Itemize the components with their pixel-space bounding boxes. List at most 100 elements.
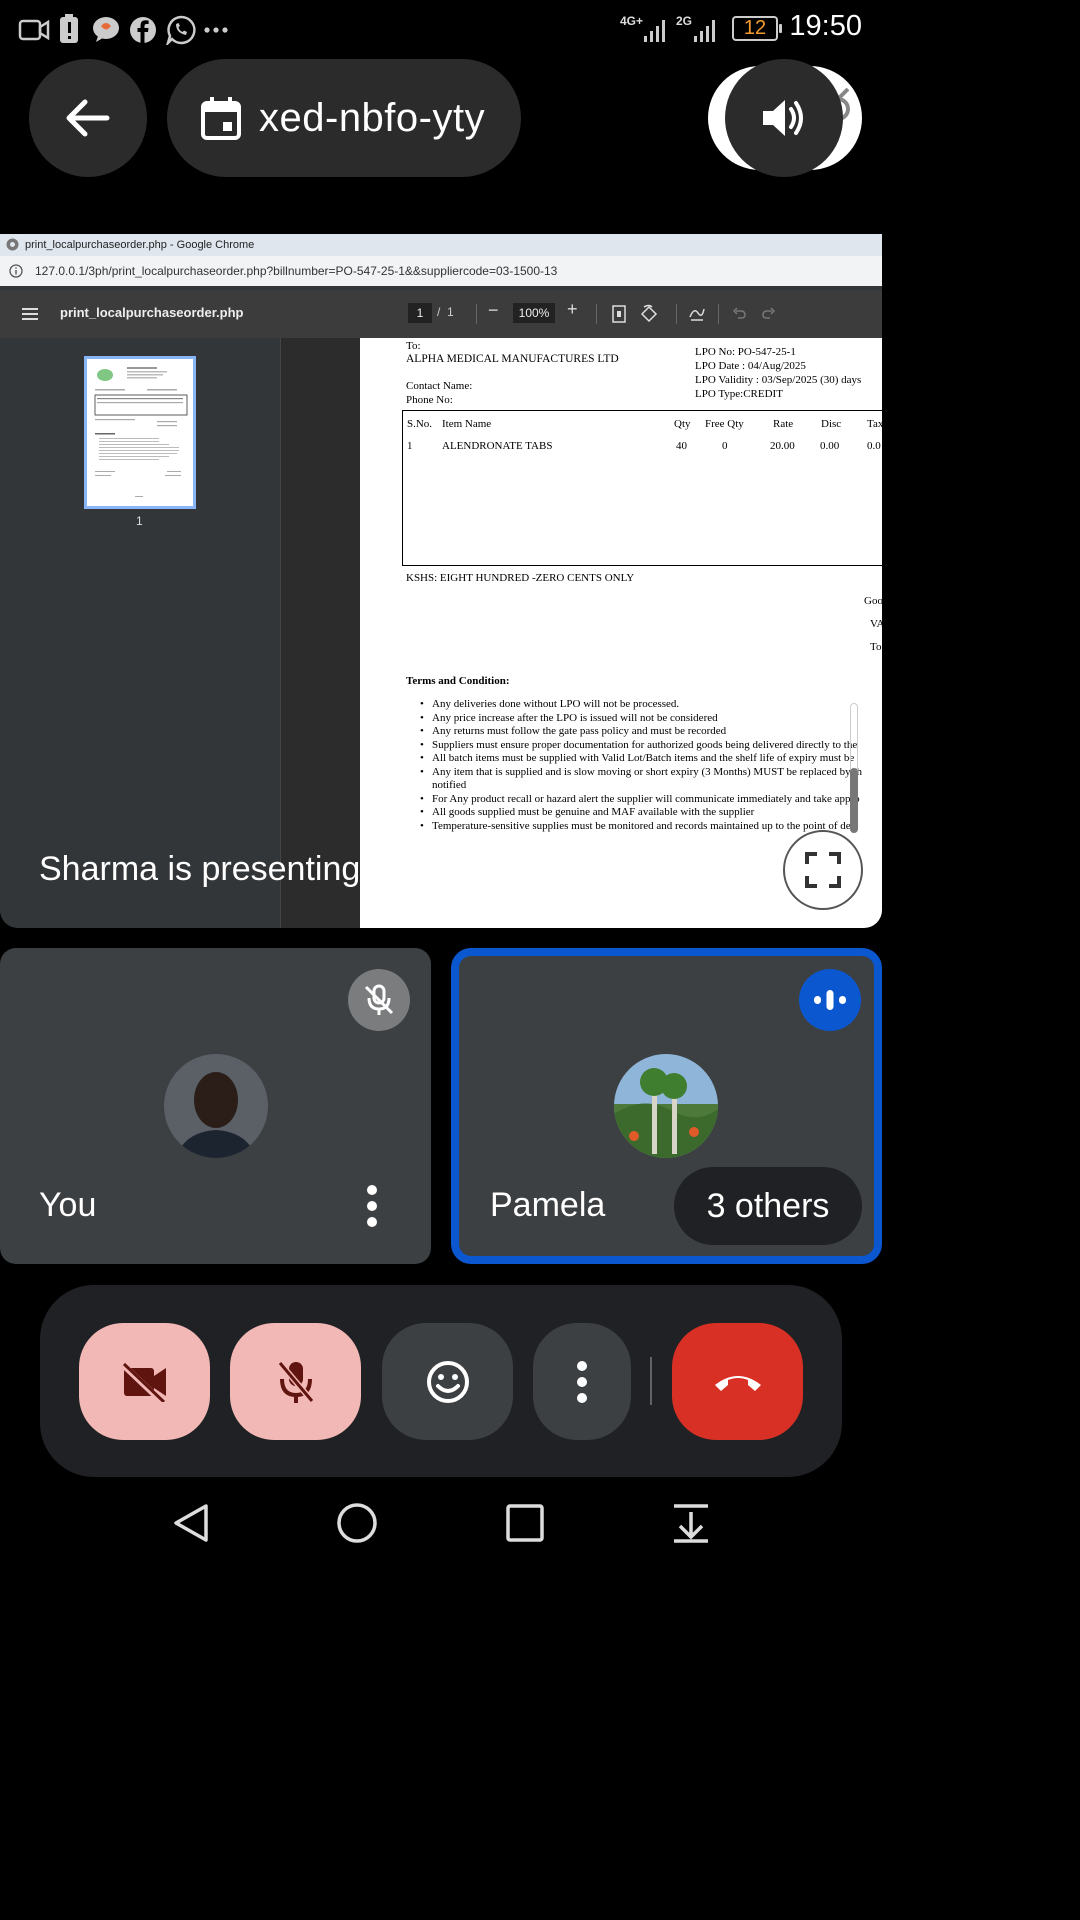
table-cell: ALENDRONATE TABS xyxy=(442,440,553,452)
pdf-filename: print_localpurchaseorder.php xyxy=(60,305,244,320)
thumbnail-page-label: 1 xyxy=(136,514,143,528)
terms-title: Terms and Condition: xyxy=(406,675,510,687)
list-item: • Temperature-sensitive supplies must be … xyxy=(420,819,857,832)
fullscreen-icon xyxy=(805,852,841,888)
screen-share-view[interactable]: print_localpurchaseorder.php - Google Ch… xyxy=(0,234,882,928)
speaking-badge xyxy=(799,969,861,1031)
more-icon xyxy=(204,27,228,33)
participant-name-pamela: Pamela xyxy=(490,1186,606,1224)
avatar-self xyxy=(164,1054,268,1158)
others-count-button[interactable]: 3 others xyxy=(674,1167,862,1245)
signal-icon-1 xyxy=(644,20,665,42)
scrollbar-thumb[interactable] xyxy=(850,768,858,833)
zoom-out-icon[interactable]: − xyxy=(488,300,499,321)
table-cell: 40 xyxy=(676,440,687,452)
list-item: • Any deliveries done without LPO will no… xyxy=(420,698,680,710)
col-header-rate: Rate xyxy=(773,418,794,430)
menu-icon[interactable] xyxy=(22,308,38,320)
zoom-in-icon[interactable]: + xyxy=(567,299,578,320)
volume-up-icon xyxy=(763,100,803,136)
messenger-icon xyxy=(93,17,119,42)
toolbar-divider xyxy=(596,304,597,324)
items-table xyxy=(402,410,882,566)
camera-toggle-button[interactable] xyxy=(79,1323,210,1440)
mic-off-icon xyxy=(277,1360,314,1403)
chrome-window-title: print_localpurchaseorder.php - Google Ch… xyxy=(0,234,882,256)
pdf-toolbar: print_localpurchaseorder.php 1 / 1 − 100… xyxy=(0,290,882,338)
nav-home-icon[interactable] xyxy=(336,1502,378,1544)
table-cell: 20.00 xyxy=(770,440,795,452)
window-title-text: print_localpurchaseorder.php - Google Ch… xyxy=(25,239,255,251)
chrome-icon xyxy=(6,238,19,251)
list-item: • All goods supplied must be genuine and … xyxy=(420,806,755,818)
supplier-name: ALPHA MEDICAL MANUFACTURES LTD xyxy=(406,353,619,365)
list-item: • Any item that is supplied and is slow m… xyxy=(420,765,862,778)
more-vert-icon xyxy=(577,1360,587,1403)
undo-icon[interactable] xyxy=(732,307,746,319)
nav-notifications-icon[interactable] xyxy=(670,1502,712,1544)
lpo-date: LPO Date : 04/Aug/2025 xyxy=(695,360,806,372)
back-button[interactable] xyxy=(29,59,147,177)
videocam-off-icon xyxy=(119,1361,166,1402)
annotate-icon[interactable] xyxy=(688,305,706,321)
redo-icon[interactable] xyxy=(762,307,776,319)
lpo-number: LPO No: PO-547-25-1 xyxy=(695,346,796,358)
amount-in-words: KSHS: EIGHT HUNDRED -ZERO CENTS ONLY xyxy=(406,572,635,584)
video-camera-icon xyxy=(18,19,50,41)
more-options-button[interactable] xyxy=(533,1323,631,1440)
col-header-item: Item Name xyxy=(442,418,492,430)
list-item-continuation: notified xyxy=(432,779,467,791)
page-total: 1 xyxy=(447,305,454,319)
rotate-icon[interactable] xyxy=(640,304,658,322)
chrome-address-bar[interactable]: 127.0.0.1/3ph/print_localpurchaseorder.p… xyxy=(0,256,882,286)
avatar-pamela xyxy=(614,1054,718,1158)
mic-off-icon xyxy=(364,984,394,1015)
status-bar: 4G+ 2G 12 19:50 xyxy=(0,0,882,58)
battery-indicator: 12 xyxy=(732,16,782,41)
col-header-free-qty: Free Qty xyxy=(705,418,744,430)
facebook-icon xyxy=(130,17,156,43)
total-label: VA xyxy=(870,618,882,630)
muted-badge xyxy=(348,969,410,1031)
zoom-level-input[interactable]: 100% xyxy=(513,303,555,323)
list-item: • For Any product recall or hazard alert … xyxy=(420,792,860,805)
info-icon xyxy=(9,264,23,278)
audio-output-button[interactable] xyxy=(725,59,843,177)
fullscreen-button[interactable] xyxy=(783,830,863,910)
table-cell: 0 xyxy=(722,440,728,452)
more-vert-icon[interactable] xyxy=(362,1184,382,1228)
nav-back-icon[interactable] xyxy=(170,1502,212,1544)
table-cell: 0.00 xyxy=(820,440,840,452)
col-header-sno: S.No. xyxy=(407,418,433,430)
to-label: To: xyxy=(406,340,421,352)
participant-name-self: You xyxy=(39,1186,97,1224)
signal-icon-2 xyxy=(694,20,715,42)
fit-page-icon[interactable] xyxy=(612,305,626,323)
page-number-input[interactable]: 1 xyxy=(408,303,432,323)
col-header-tax: Tax xyxy=(867,418,882,430)
lpo-validity: LPO Validity : 03/Sep/2025 (30) days xyxy=(695,374,862,386)
table-cell: 1 xyxy=(407,440,413,452)
toolbar-divider xyxy=(476,304,477,324)
list-item: • Any returns must follow the gate pass p… xyxy=(420,725,727,737)
meeting-code: xed-nbfo-yty xyxy=(259,95,486,140)
page-separator: / xyxy=(437,305,441,319)
battery-alert-icon xyxy=(60,14,78,43)
total-label: Goo xyxy=(864,595,882,607)
phone-no-label: Phone No: xyxy=(406,394,453,406)
mic-toggle-button[interactable] xyxy=(230,1323,361,1440)
whatsapp-icon xyxy=(166,15,196,45)
list-item: • Suppliers must ensure proper documentat… xyxy=(420,738,858,751)
calendar-icon xyxy=(201,97,241,140)
meeting-info-button[interactable]: xed-nbfo-yty xyxy=(167,59,521,177)
leave-call-button[interactable] xyxy=(672,1323,803,1440)
page-thumbnail[interactable] xyxy=(84,356,196,509)
page-thumbnail-preview xyxy=(94,367,188,497)
toolbar-divider xyxy=(718,304,719,324)
reactions-button[interactable] xyxy=(382,1323,513,1440)
address-url: 127.0.0.1/3ph/print_localpurchaseorder.p… xyxy=(35,264,558,278)
audio-level-icon xyxy=(814,990,846,1010)
nav-recents-icon[interactable] xyxy=(504,1502,546,1544)
total-label: To xyxy=(870,641,882,653)
toolbar-divider xyxy=(676,304,677,324)
